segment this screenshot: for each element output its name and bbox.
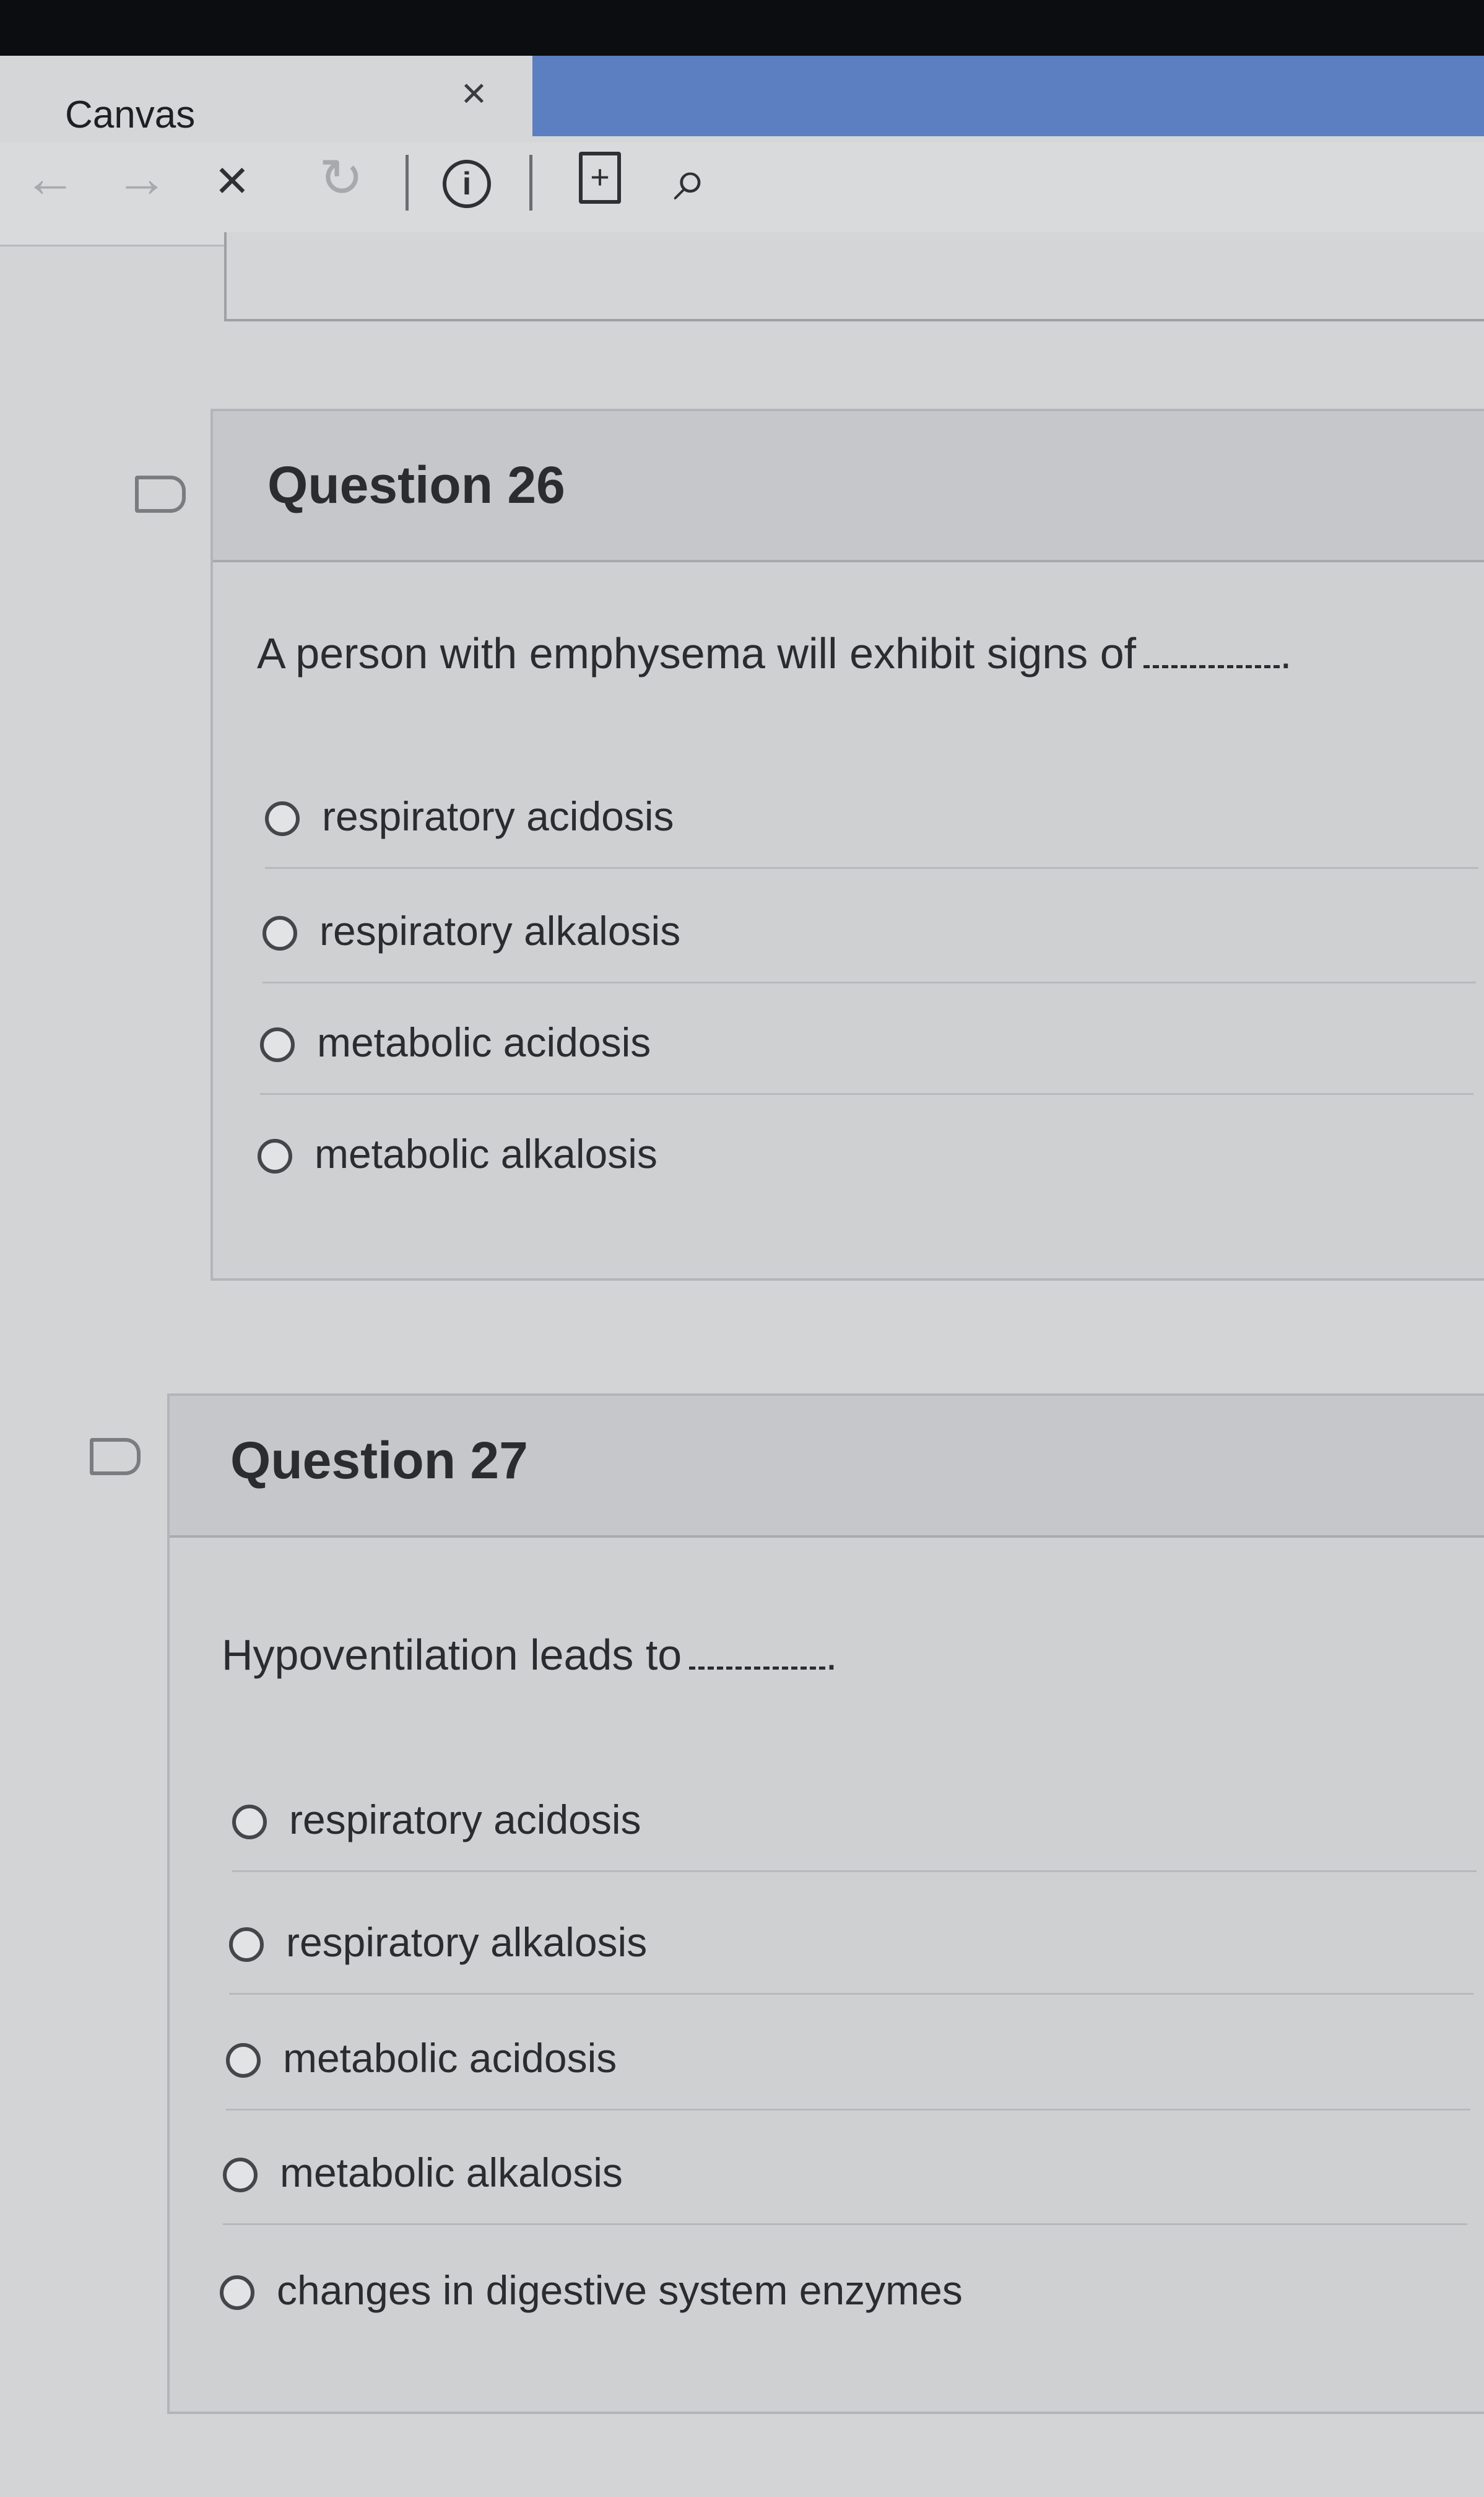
radio-button-icon[interactable] — [232, 1805, 267, 1839]
question-prompt: A person with emphysema will exhibit sig… — [257, 629, 1137, 678]
info-icon[interactable]: i — [443, 160, 491, 208]
back-arrow-icon[interactable]: ← — [24, 152, 77, 205]
answer-label: metabolic alkalosis — [315, 1131, 657, 1177]
answer-label: respiratory alkalosis — [286, 1919, 648, 1965]
radio-button-icon[interactable] — [223, 2158, 258, 2192]
question-prompt: Hypoventilation leads to — [222, 1631, 682, 1679]
radio-button-icon[interactable] — [226, 2043, 261, 2078]
radio-button-icon[interactable] — [263, 916, 297, 951]
add-page-icon[interactable]: + — [579, 152, 621, 204]
app-title: Canvas — [65, 94, 196, 136]
question-title: Question 26 — [267, 456, 565, 514]
answer-option[interactable]: respiratory acidosis — [265, 774, 1478, 869]
answer-label: changes in digestive system enzymes — [277, 2267, 963, 2313]
reload-icon[interactable]: ↻ — [319, 152, 363, 205]
question-period: . — [1280, 629, 1292, 678]
search-icon[interactable]: ⌕ — [674, 146, 707, 215]
answer-blank — [689, 1642, 826, 1670]
question-text: Hypoventilation leads to. — [222, 1630, 838, 1680]
answer-option[interactable]: metabolic alkalosis — [223, 2130, 1467, 2225]
answer-blank — [1143, 640, 1280, 668]
radio-button-icon[interactable] — [229, 1927, 264, 1962]
answer-option[interactable]: metabolic acidosis — [226, 2016, 1470, 2111]
toolbar-divider — [529, 155, 532, 211]
forward-arrow-icon[interactable]: → — [115, 152, 168, 205]
question-period: . — [825, 1631, 838, 1679]
question-title: Question 27 — [230, 1431, 528, 1489]
answer-option[interactable]: respiratory alkalosis — [229, 1900, 1473, 1995]
stop-loading-icon[interactable]: × — [215, 152, 249, 209]
answer-option[interactable]: metabolic alkalosis — [258, 1112, 1471, 1205]
radio-button-icon[interactable] — [258, 1139, 292, 1174]
answer-label: respiratory alkalosis — [319, 908, 681, 954]
tab-strip-accent — [532, 56, 1484, 136]
answer-label: respiratory acidosis — [322, 793, 674, 839]
radio-button-icon[interactable] — [265, 801, 300, 836]
radio-button-icon[interactable] — [260, 1027, 295, 1062]
answer-label: metabolic alkalosis — [280, 2150, 623, 2195]
answer-label: respiratory acidosis — [289, 1797, 641, 1842]
answer-option[interactable]: changes in digestive system enzymes — [220, 2248, 1464, 2341]
answer-option[interactable]: respiratory alkalosis — [263, 889, 1476, 983]
previous-question-box — [224, 232, 1484, 321]
answer-option[interactable]: respiratory acidosis — [232, 1777, 1477, 1872]
flag-question-icon[interactable] — [135, 476, 186, 513]
answer-option[interactable]: metabolic acidosis — [260, 1000, 1473, 1095]
question-text: A person with emphysema will exhibit sig… — [257, 629, 1292, 678]
answer-label: metabolic acidosis — [317, 1019, 651, 1065]
close-tab-icon[interactable]: × — [461, 68, 487, 118]
toolbar-divider — [406, 155, 409, 211]
radio-button-icon[interactable] — [220, 2275, 254, 2310]
answer-label: metabolic acidosis — [283, 2035, 617, 2081]
flag-question-icon[interactable] — [90, 1438, 141, 1475]
